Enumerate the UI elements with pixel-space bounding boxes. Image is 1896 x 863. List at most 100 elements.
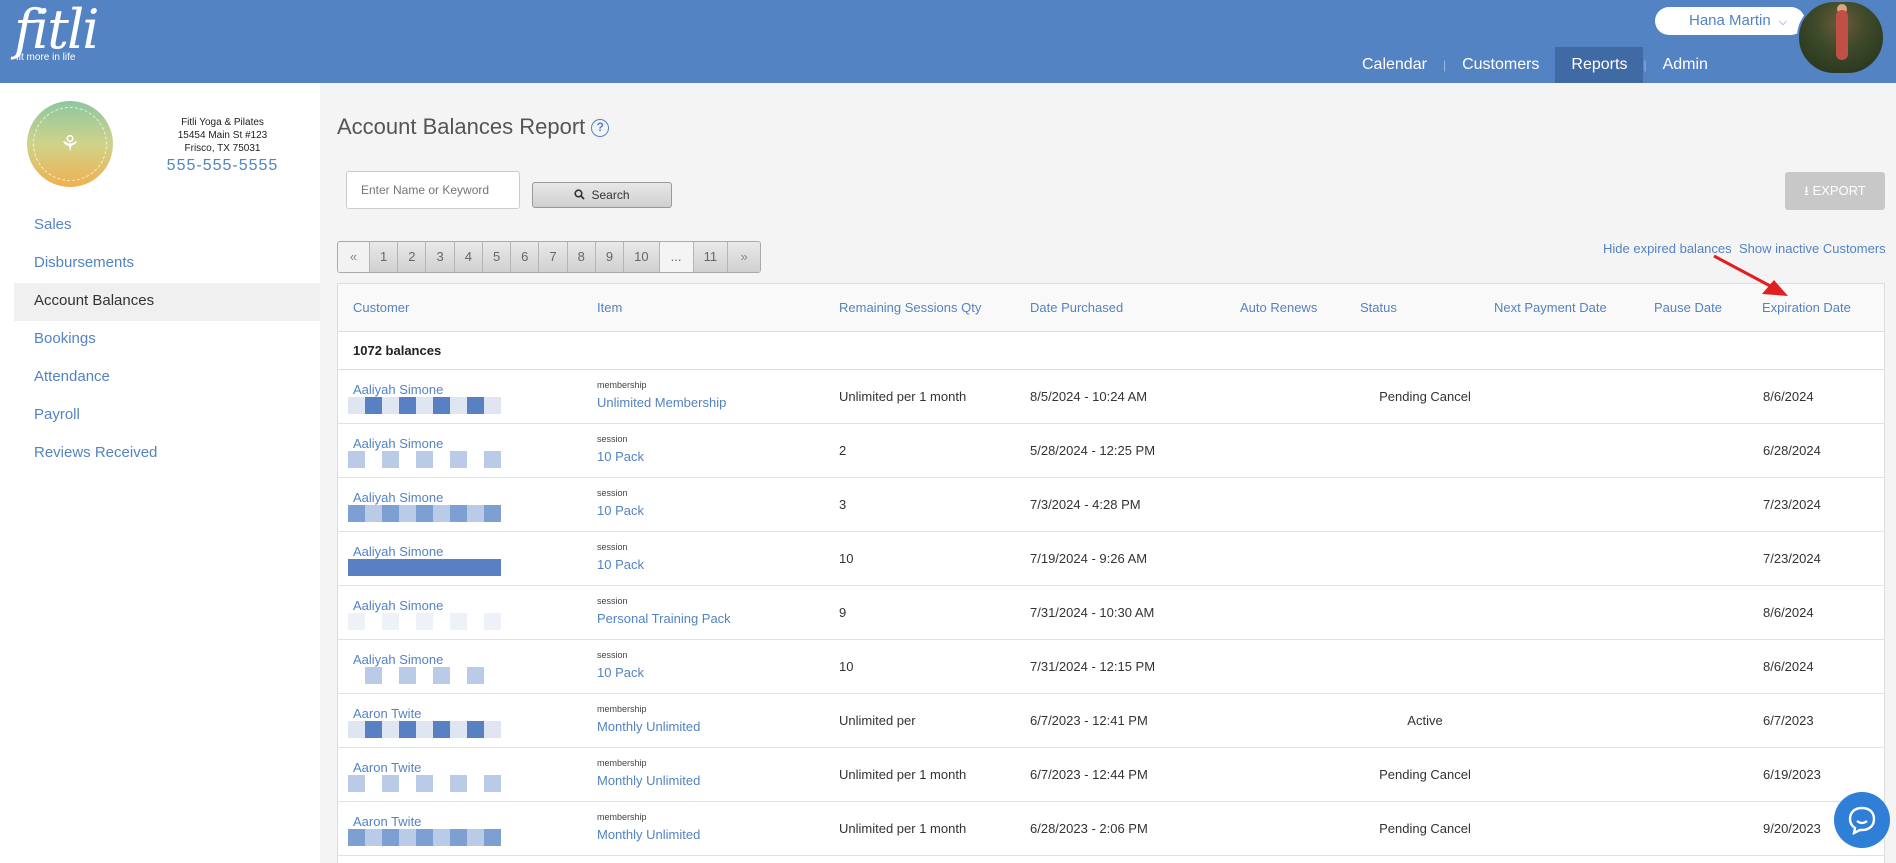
date-purchased: 8/5/2024 - 10:24 AM [1030,389,1148,404]
customer-name-link[interactable]: Aaliyah Simone [353,598,443,613]
user-menu[interactable]: Hana Martin ⌵ [1655,7,1805,35]
table-row[interactable]: Aaliyah Simone session Personal Training P… [338,586,1884,640]
redacted-info [348,721,501,738]
sidebar-item-sales[interactable]: Sales [14,207,320,245]
item-type: membership [597,704,647,714]
fitli-logo[interactable]: fitli fit more in life [14,2,99,64]
item-name-link[interactable]: Monthly Unlimited [597,773,700,788]
customer-name-link[interactable]: Aaliyah Simone [353,436,443,451]
item-name-link[interactable]: Monthly Unlimited [597,719,700,734]
table-row[interactable]: Aaron Twite membership Monthly Unlimited Un… [338,802,1884,856]
col-auto-renews[interactable]: Auto Renews [1240,284,1317,332]
pagination-page[interactable]: 2 [398,242,427,272]
expiration-date: 8/6/2024 [1763,659,1814,674]
pagination-page[interactable]: 10 [624,242,660,272]
search-icon [574,189,586,200]
customer-name-link[interactable]: Aaliyah Simone [353,544,443,559]
pagination: « 1 2 3 4 5 6 7 8 9 10 ... 11 » [337,241,762,273]
nav-admin[interactable]: Admin [1647,47,1724,83]
pagination-last-page[interactable]: 11 [693,242,729,272]
table-row[interactable]: Aaliyah Simone session 10 Pack 2 5/28/2024 -… [338,424,1884,478]
redacted-info [348,775,501,792]
search-input[interactable] [346,171,520,209]
avatar-figure [1836,10,1848,60]
page-title-text: Account Balances Report [337,114,586,139]
status: Pending Cancel [1379,389,1471,404]
export-button[interactable]: ⭳ EXPORT [1785,172,1885,210]
table-row[interactable]: Aaliyah Simone session 10 Pack 10 7/31/2024 … [338,640,1884,694]
customer-name-link[interactable]: Aaron Twite [353,706,421,721]
item-name-link[interactable]: 10 Pack [597,557,644,572]
col-item[interactable]: Item [597,284,622,332]
pagination-page[interactable]: 9 [595,242,625,272]
nav-calendar[interactable]: Calendar [1346,47,1443,83]
item-name-link[interactable]: 10 Pack [597,503,644,518]
col-remaining[interactable]: Remaining Sessions Qty [839,284,981,332]
item-name-link[interactable]: Personal Training Pack [597,611,731,626]
col-next-payment[interactable]: Next Payment Date [1494,284,1607,332]
expiration-date: 9/20/2023 [1763,821,1821,836]
expiration-date: 7/23/2024 [1763,497,1821,512]
chat-icon [1848,806,1876,835]
status: Active [1407,713,1443,728]
item-name-link[interactable]: Monthly Unlimited [597,827,700,842]
search-button[interactable]: Search [532,182,672,208]
customer-name-link[interactable]: Aaron Twite [353,814,421,829]
col-status[interactable]: Status [1360,284,1397,332]
nav-customers[interactable]: Customers [1446,47,1555,83]
sidebar-item-bookings[interactable]: Bookings [14,321,320,359]
item-type: session [597,596,628,606]
annotation-arrow [1713,254,1788,296]
date-purchased: 6/7/2023 - 12:41 PM [1030,713,1148,728]
customer-name-link[interactable]: Aaliyah Simone [353,490,443,505]
meditation-icon: ⚘ [60,131,80,156]
remaining-sessions: Unlimited per 1 month [839,389,967,404]
sidebar-item-attendance[interactable]: Attendance [14,359,320,397]
table-row[interactable]: Aaliyah Simone membership Unlimited Member… [338,370,1884,424]
customer-name-link[interactable]: Aaron Twite [353,760,421,775]
nav-reports[interactable]: Reports [1555,47,1644,83]
sidebar-item-payroll[interactable]: Payroll [14,397,320,435]
redacted-info [348,829,501,846]
chat-button[interactable] [1834,792,1890,848]
item-name-link[interactable]: 10 Pack [597,449,644,464]
main-nav: Calendar | Customers Reports | Admin [1346,47,1724,83]
pagination-page[interactable]: 1 [370,242,399,272]
pagination-page[interactable]: 3 [426,242,455,272]
item-name-link[interactable]: Unlimited Membership [597,395,726,410]
search-button-label: Search [591,188,630,202]
sidebar-item-disbursements[interactable]: Disbursements [14,245,320,283]
help-icon[interactable]: ? [591,119,610,137]
pagination-page[interactable]: 4 [454,242,483,272]
pagination-page[interactable]: 5 [482,242,512,272]
customer-name-link[interactable]: Aaliyah Simone [353,652,443,667]
item-type: session [597,488,628,498]
table-row[interactable]: Aaliyah Simone session 10 Pack 3 7/3/2024 - … [338,478,1884,532]
avatar[interactable] [1797,0,1885,75]
pagination-page[interactable]: 6 [511,242,540,272]
studio-address-2: Frisco, TX 75031 [184,143,261,154]
pagination-next[interactable]: » [728,242,761,272]
pagination-prev[interactable]: « [338,242,370,272]
studio-name: Fitli Yoga & Pilates [181,117,264,128]
studio-info: Fitli Yoga & Pilates 15454 Main St #123 … [150,116,295,174]
item-type: membership [597,758,647,768]
col-customer[interactable]: Customer [353,284,409,332]
pagination-page[interactable]: 7 [539,242,568,272]
col-date-purchased[interactable]: Date Purchased [1030,284,1123,332]
table-row[interactable]: Aaron Twite membership Monthly Unlimited Un… [338,694,1884,748]
pagination-page[interactable]: 8 [567,242,596,272]
item-name-link[interactable]: 10 Pack [597,665,644,680]
expiration-date: 8/6/2024 [1763,605,1814,620]
studio-phone[interactable]: 555-555-5555 [150,158,295,174]
date-purchased: 7/19/2024 - 9:26 AM [1030,551,1148,566]
table-row[interactable]: Aaron Twite membership Monthly Unlimited Un… [338,748,1884,802]
sidebar-item-reviews-received[interactable]: Reviews Received [14,435,320,473]
download-icon: ⭳ [1804,183,1809,198]
table-row[interactable]: Aaliyah Simone session 10 Pack 10 7/19/2024 … [338,532,1884,586]
status: Pending Cancel [1379,821,1471,836]
balances-table: Customer Item Remaining Sessions Qty Dat… [337,283,1885,863]
sidebar-item-account-balances[interactable]: Account Balances [14,283,320,321]
customer-name-link[interactable]: Aaliyah Simone [353,382,443,397]
redacted-info [348,613,501,630]
